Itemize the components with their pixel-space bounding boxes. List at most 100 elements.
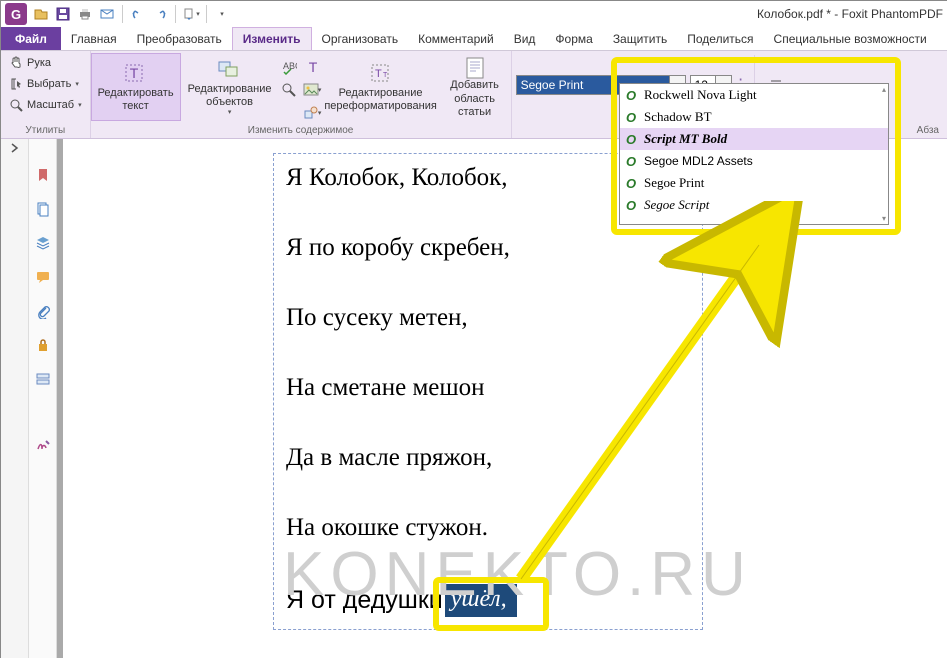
zoom-icon (9, 98, 23, 112)
font-option[interactable]: OSchadow BT (620, 106, 888, 128)
group-label-edit-content: Изменить содержимое (91, 124, 511, 138)
reflow-edit-button[interactable]: TT Редактирование переформатирования (336, 53, 426, 121)
spellcheck-button[interactable]: ABC (279, 57, 299, 77)
dropdown-resize-handle[interactable] (620, 216, 888, 224)
font-option[interactable]: O Rockwell Nova Light (620, 84, 888, 106)
comment-icon (35, 269, 51, 285)
font-option[interactable]: O Segoe MDL2 Assets (620, 150, 888, 172)
tab-comment[interactable]: Комментарий (408, 27, 504, 50)
tab-file[interactable]: Файл (1, 27, 61, 50)
reflow-icon: TT (367, 61, 395, 87)
hand-tool-button[interactable]: Рука (7, 53, 84, 73)
tab-share[interactable]: Поделиться (677, 27, 763, 50)
sidebar-attachments-button[interactable] (33, 301, 53, 321)
tab-home[interactable]: Главная (61, 27, 127, 50)
opentype-icon: O (626, 88, 638, 103)
font-option-label: Script MT Bold (644, 131, 727, 147)
font-dropdown-list[interactable]: ORockwell Nova LightOSchadow BTOScript M… (619, 83, 889, 225)
edit-objects-icon (216, 57, 244, 83)
opentype-icon: O (626, 176, 638, 191)
sidebar-security-button[interactable] (33, 335, 53, 355)
tab-form[interactable]: Форма (545, 27, 602, 50)
qat-open-icon[interactable] (31, 4, 51, 24)
add-text-button[interactable]: T (303, 57, 323, 77)
tab-view[interactable]: Вид (504, 27, 546, 50)
document-text-line[interactable]: Да в масле пряжон, (286, 444, 690, 472)
font-option-label: Segoe Print (644, 175, 704, 191)
chevron-right-icon (10, 143, 20, 153)
app-icon: G (5, 3, 27, 25)
opentype-icon: O (626, 110, 638, 125)
document-text-line[interactable]: На сметане мешон (286, 374, 690, 402)
paperclip-icon (35, 303, 51, 319)
font-option[interactable]: O Script MT Bold (620, 128, 888, 150)
text-icon: T (305, 59, 321, 75)
opentype-icon: O (626, 198, 638, 213)
ribbon-group-edit-content: T Редактировать текст Редактирование объ… (91, 51, 512, 138)
qat-email-icon[interactable] (97, 4, 117, 24)
opentype-icon: O (626, 132, 638, 147)
tab-accessibility[interactable]: Специальные возможности (764, 27, 937, 50)
font-option-label: Rockwell Nova Light (644, 87, 757, 103)
form-field-icon (35, 371, 51, 387)
sidebar-pages-button[interactable] (33, 199, 53, 219)
sidebar (29, 139, 57, 658)
svg-text:T: T (308, 59, 317, 75)
svg-text:T: T (375, 68, 382, 80)
search-replace-button[interactable] (279, 80, 299, 100)
document-text-line[interactable]: По сусеку метен, (286, 304, 690, 332)
svg-text:T: T (383, 72, 388, 79)
ribbon-group-utilities: Рука Выбрать ▾ Масштаб ▾ Утилиты (1, 51, 91, 138)
tab-protect[interactable]: Защитить (603, 27, 677, 50)
hand-icon (9, 56, 23, 70)
qat-print-icon[interactable] (75, 4, 95, 24)
font-option-label: Segoe MDL2 Assets (644, 154, 753, 168)
qat-redo-icon[interactable] (150, 4, 170, 24)
document-text: Я от дедушки (286, 586, 443, 615)
spellcheck-icon: ABC (281, 59, 297, 75)
pages-icon (35, 201, 51, 217)
shapes-icon (303, 105, 319, 121)
layers-icon (35, 235, 51, 251)
nav-panel-toggle[interactable] (1, 139, 29, 658)
title-bar: G ▾ ▾ Колобок.pdf * - Foxit PhantomPDF (1, 1, 947, 27)
select-tool-button[interactable]: Выбрать ▾ (7, 74, 84, 94)
document-text-line[interactable]: На окошке стужон. (286, 514, 690, 542)
qat-save-icon[interactable] (53, 4, 73, 24)
sidebar-sign-button[interactable] (33, 435, 53, 455)
font-dropdown-scrollbar[interactable]: ▴▾ (881, 85, 887, 223)
edit-text-icon: T (122, 61, 150, 87)
bookmark-icon (35, 167, 51, 183)
sidebar-bookmarks-button[interactable] (33, 165, 53, 185)
svg-text:T: T (129, 65, 138, 81)
add-shape-button[interactable]: ▾ (303, 103, 323, 123)
signature-icon (35, 437, 51, 453)
ribbon-tabs: Файл Главная Преобразовать Изменить Орга… (1, 27, 947, 51)
lock-icon (35, 337, 51, 353)
sidebar-fields-button[interactable] (33, 369, 53, 389)
tab-organize[interactable]: Организовать (312, 27, 409, 50)
document-text-line[interactable]: Я по коробу скребен, (286, 234, 690, 262)
tab-convert[interactable]: Преобразовать (127, 27, 232, 50)
cursor-text-icon (9, 77, 23, 91)
edit-text-button[interactable]: T Редактировать текст (91, 53, 181, 121)
selected-text[interactable]: ушёл, (445, 584, 517, 617)
font-option[interactable]: OSegoe Script (620, 194, 888, 216)
sidebar-layers-button[interactable] (33, 233, 53, 253)
opentype-icon: O (626, 154, 638, 169)
document-text-line[interactable]: Я от дедушки ушёл, (286, 584, 690, 617)
search-icon (281, 82, 297, 98)
font-option[interactable]: O Segoe Print (620, 172, 888, 194)
sidebar-comments-button[interactable] (33, 267, 53, 287)
qat-undo-icon[interactable] (128, 4, 148, 24)
add-article-button[interactable]: Добавить область статьи (439, 53, 511, 121)
window-title: Колобок.pdf * - Foxit PhantomPDF (757, 7, 947, 21)
add-image-button[interactable]: ▾ (303, 80, 323, 100)
qat-customize-icon[interactable]: ▾ (212, 4, 232, 24)
tab-edit[interactable]: Изменить (232, 27, 312, 50)
edit-objects-button[interactable]: Редактирование объектов▾ (185, 53, 275, 121)
zoom-tool-button[interactable]: Масштаб ▾ (7, 95, 84, 115)
article-icon (461, 55, 489, 79)
qat-insert-icon[interactable]: ▾ (181, 4, 201, 24)
group-label-paragraph: Абза (917, 125, 939, 136)
